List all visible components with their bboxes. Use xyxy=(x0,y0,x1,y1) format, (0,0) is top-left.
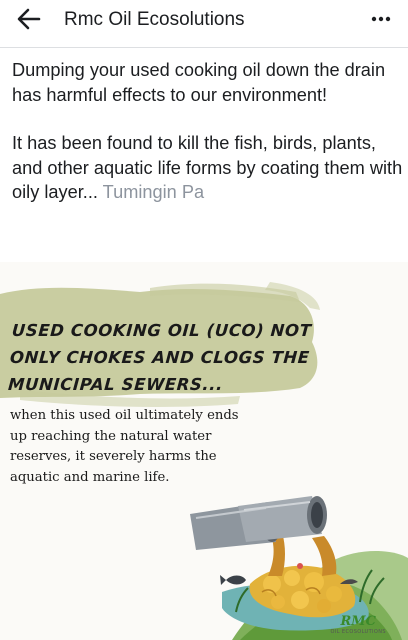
post-paragraph-1: Dumping your used cooking oil down the d… xyxy=(12,60,386,105)
body-line-4: aquatic and marine life. xyxy=(10,469,170,485)
page-title[interactable]: Rmc Oil Ecosolutions xyxy=(64,9,245,31)
more-options-button[interactable] xyxy=(368,6,394,32)
post-paragraph-2: It has been found to kill the fish, bird… xyxy=(12,131,404,205)
see-more-link[interactable]: Tumingin Pa xyxy=(103,182,204,202)
headline-line-2: ONLY CHOKES AND CLOGS THE xyxy=(9,348,311,367)
fish-shape xyxy=(220,575,246,585)
top-bar: Rmc Oil Ecosolutions xyxy=(0,0,408,40)
brand-logo: RMC OIL ECOSOLUTIONS xyxy=(330,614,386,636)
brand-logo-subtitle: OIL ECOSOLUTIONS xyxy=(330,629,386,635)
back-button[interactable] xyxy=(14,6,44,32)
post-paragraph-2-text: It has been found to kill the fish, bird… xyxy=(12,133,403,202)
pipe-shapes xyxy=(190,496,327,550)
post-text: Dumping your used cooking oil down the d… xyxy=(12,58,404,205)
graphic-headline: USED COOKING OIL (UCO) NOT ONLY CHOKES A… xyxy=(7,317,313,398)
body-line-2: up reaching the natural water xyxy=(10,428,212,444)
body-line-3: reserves, it severely harms the xyxy=(10,449,217,464)
body-line-1: when this used oil ultimately ends xyxy=(10,408,239,423)
graphic-body-text: when this used oil ultimately ends up re… xyxy=(10,406,310,488)
headline-line-3: MUNICIPAL SEWERS... xyxy=(7,375,224,394)
more-horizontal-icon xyxy=(371,16,391,22)
arrow-left-icon xyxy=(17,8,41,30)
header-divider xyxy=(0,47,408,48)
headline-line-1: USED COOKING OIL (UCO) NOT xyxy=(11,321,313,340)
brand-logo-name: RMC xyxy=(340,614,377,629)
post-image[interactable]: USED COOKING OIL (UCO) NOT ONLY CHOKES A… xyxy=(0,262,408,640)
